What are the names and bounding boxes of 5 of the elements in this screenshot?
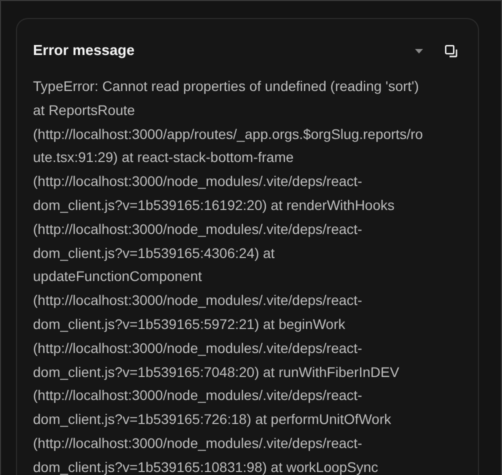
copy-icon (444, 44, 458, 58)
card-title: Error message (33, 43, 135, 59)
copy-button[interactable] (442, 42, 460, 60)
error-stack-text: TypeError: Cannot read properties of undefined (reading 'sort') at ReportsRoute (http://localhost:3000/app/routes/_app.orgs.$orgSlug.reports/ro ute.tsx:91:29) at react-stack-bottom-frame (http://localhost:3000/node_modules/.vite/deps/react- dom_client.js?v=1b539165:16192:20) at renderWithHooks (http://localhost:3000/node_modules/.vite/deps/react- dom_client.js?v=1b539165:4306:24) at updateFunctionComponent (http://localhost:3000/node_modules/.vite/deps/react- dom_client.js?v=1b539165:5972:21) at beginWork (http://localhost:3000/node_modules/.vite/deps/react- dom_client.js?v=1b539165:7048:20) at runWithFiberInDEV (http://localhost:3000/node_modules/.vite/deps/react- dom_client.js?v=1b539165:726:18) at performUnitOfWork (http://localhost:3000/node_modules/.vite/deps/react- dom_client.js?v=1b539165:10831:98) at workLoopSync (33, 77, 424, 475)
caret-icon (415, 48, 423, 54)
